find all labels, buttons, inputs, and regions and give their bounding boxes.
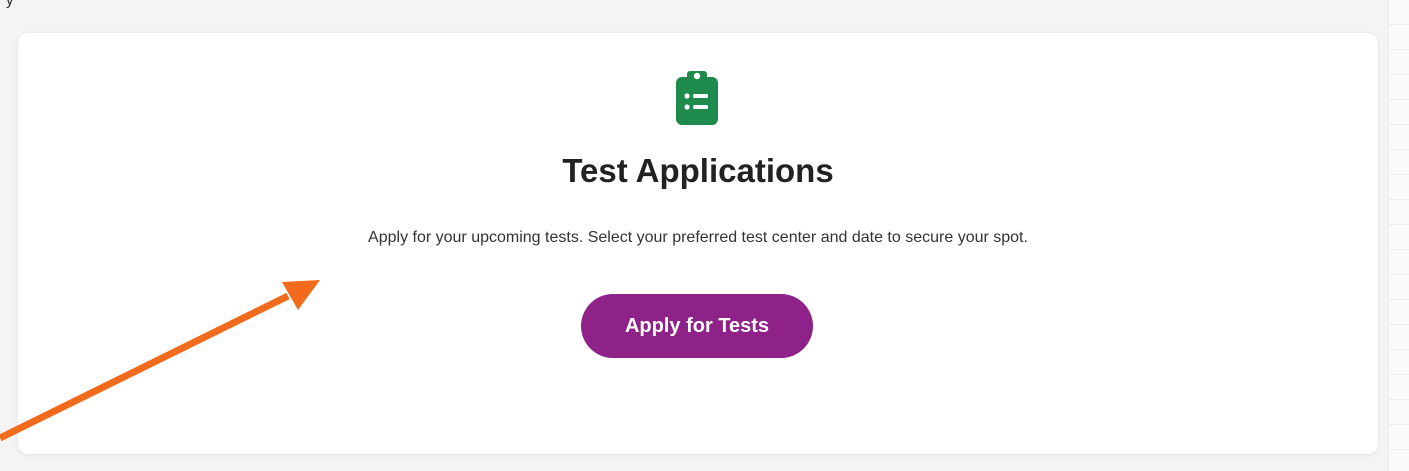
top-cutoff-region: y — [0, 0, 1409, 14]
right-gutter — [1388, 0, 1409, 471]
card-description: Apply for your upcoming tests. Select yo… — [368, 229, 1028, 246]
test-applications-card: Test Applications Apply for your upcomin… — [18, 33, 1378, 454]
clipboard-list-icon — [676, 71, 718, 125]
card-title: Test Applications — [562, 152, 834, 189]
apply-for-tests-button[interactable]: Apply for Tests — [581, 294, 813, 358]
cutoff-text: y — [6, 0, 14, 9]
